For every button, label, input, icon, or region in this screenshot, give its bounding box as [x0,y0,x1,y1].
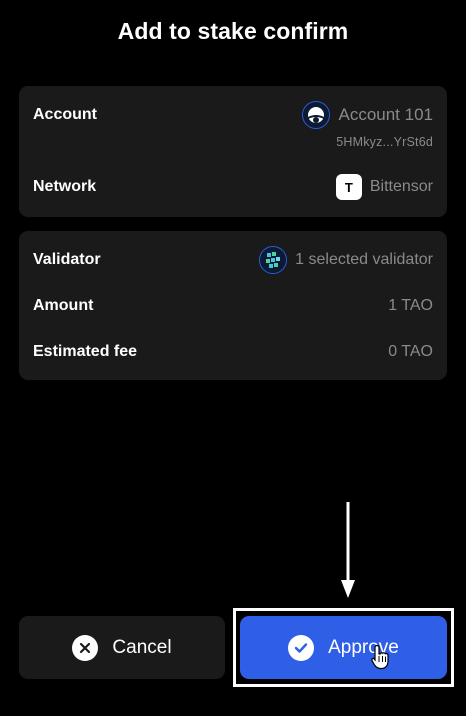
fee-label: Estimated fee [33,343,138,360]
bittensor-logo-icon: T [335,174,362,200]
approve-button[interactable]: Approve [240,616,447,679]
stake-details-card: Validator 1 selected validator Amount 1 … [19,231,447,380]
fee-row: Estimated fee 0 TAO [33,343,433,361]
account-name: Account 101 [338,105,433,124]
amount-label: Amount [33,297,94,314]
annotation-arrow-down-icon [341,502,355,598]
close-icon [72,634,99,661]
validator-row[interactable]: Validator 1 selected validator [33,246,433,274]
cancel-button[interactable]: Cancel [19,616,225,679]
account-value[interactable]: Account 101 [302,101,433,129]
account-label: Account [33,106,97,123]
network-label: Network [33,178,97,195]
page-title: Add to stake confirm [117,18,349,44]
network-row: Network T Bittensor [33,174,433,200]
account-row: Account Account 101 [33,101,433,129]
account-info-card: Account Account 101 5HMkyz...YrSt6d Netw… [19,86,447,217]
validator-label: Validator [33,251,101,268]
validator-value[interactable]: 1 selected validator [259,246,433,274]
account-avatar-icon [302,101,331,129]
validator-value-text: 1 selected validator [295,251,433,268]
hand-pointer-cursor-icon [371,644,389,670]
network-value: T Bittensor [335,174,433,200]
fee-value: 0 TAO [388,343,433,360]
validator-icon [259,246,288,274]
account-address: 5HMkyz...YrSt6d [336,135,433,149]
amount-value: 1 TAO [388,297,433,314]
amount-row: Amount 1 TAO [33,297,433,315]
cancel-button-label: Cancel [112,636,172,658]
network-name: Bittensor [369,178,433,195]
check-icon [288,634,315,661]
